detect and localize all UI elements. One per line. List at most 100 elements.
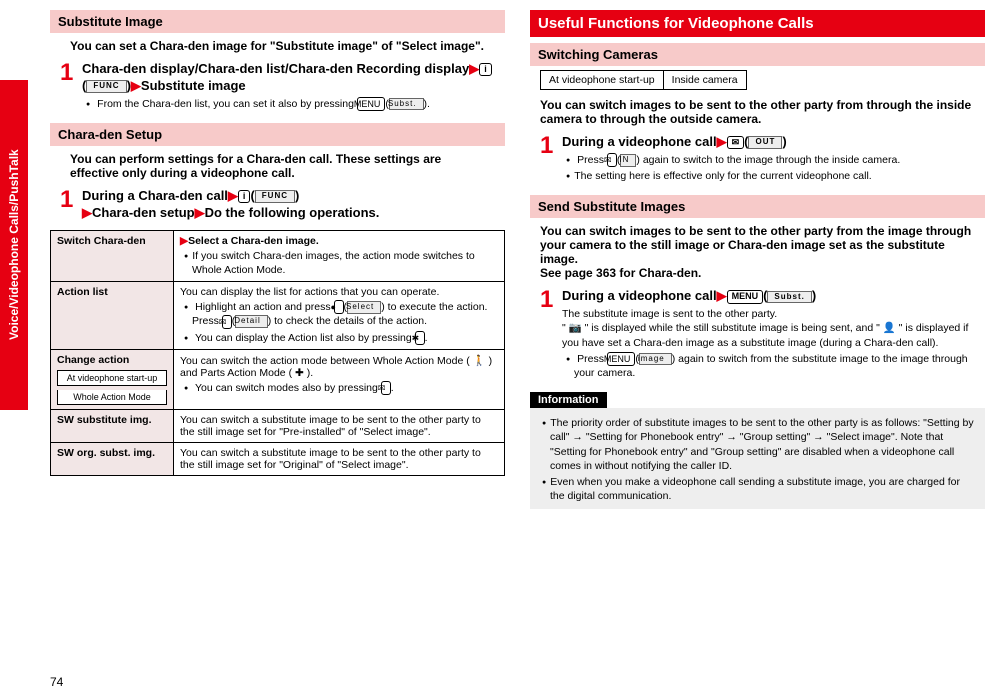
step-text: Chara-den setup — [92, 205, 195, 220]
see-page-ref: See page 363 for Chara-den. — [540, 266, 701, 280]
arrow-icon: ▶ — [469, 61, 479, 76]
row-content: You can switch a substitute image to be … — [174, 443, 505, 476]
out-label-icon: OUT — [748, 136, 782, 148]
charaden-setup-desc: You can perform settings for a Chara-den… — [50, 150, 505, 186]
arrow-icon: ▶ — [82, 205, 92, 220]
charaden-setup-header: Chara-den Setup — [50, 123, 505, 146]
star-key-icon: ✱ — [415, 331, 425, 345]
information-header: Information — [530, 392, 607, 408]
arrow-icon: ▶ — [717, 288, 727, 303]
row-bullet: Highlight an action and press ●(Select) … — [180, 300, 498, 329]
row-label: Change action At videophone start-up Who… — [51, 350, 174, 410]
send-substitute-desc: You can switch images to be sent to the … — [530, 222, 985, 286]
arrow-icon: ▶ — [195, 205, 205, 220]
table-row: Change action At videophone start-up Who… — [51, 350, 505, 410]
information-block: Information The priority order of substi… — [530, 392, 985, 509]
in-label-icon: IN — [620, 154, 636, 167]
step-number-icon: 1 — [540, 288, 558, 380]
step-title: During a videophone call▶MENU(Subst.) — [562, 288, 975, 305]
arrow-icon: ▶ — [717, 134, 727, 149]
table-row: SW substitute img. You can switch a subs… — [51, 410, 505, 443]
useful-functions-header: Useful Functions for Videophone Calls — [530, 10, 985, 37]
table-row: Switch Chara-den ▶Select a Chara-den ima… — [51, 230, 505, 281]
sub-box: Whole Action Mode — [57, 390, 167, 405]
row-bullet: If you switch Chara-den images, the acti… — [180, 249, 498, 277]
arrow-icon: ▶ — [131, 78, 141, 93]
camera-label: At videophone start-up — [541, 71, 664, 90]
send-substitute-header: Send Substitute Images — [530, 195, 985, 218]
step-1-switching: 1 During a videophone call▶✉(OUT) Press … — [530, 132, 985, 185]
step-1-substitute: 1 Chara-den display/Chara-den list/Chara… — [50, 59, 505, 113]
information-body: The priority order of substitute images … — [530, 408, 985, 509]
row-bullet: You can switch modes also by pressing ✉. — [180, 381, 498, 395]
step-title: During a Chara-den call▶i(FUNC) ▶Chara-d… — [82, 188, 495, 222]
ir-key-icon: i — [238, 190, 251, 204]
subst-label-icon: Subst. — [767, 291, 811, 303]
row-text: You can switch the action mode between W… — [180, 355, 492, 379]
table-row: SW org. subst. img. You can switch a sub… — [51, 443, 505, 476]
step-bullet: Press MENU(image) again to switch from t… — [562, 352, 975, 380]
page-content: Substitute Image You can set a Chara-den… — [0, 0, 1005, 697]
switching-cameras-desc: You can switch images to be sent to the … — [530, 96, 985, 132]
step-text: Do the following operations. — [205, 205, 380, 220]
row-content: You can switch a substitute image to be … — [174, 410, 505, 443]
substitute-image-header: Substitute Image — [50, 10, 505, 33]
func-label-icon: FUNC — [86, 80, 126, 92]
camera-default-table: At videophone start-up Inside camera — [540, 70, 747, 90]
substitute-image-desc: You can set a Chara-den image for "Subst… — [50, 37, 505, 59]
step-title: Chara-den display/Chara-den list/Chara-d… — [82, 61, 495, 95]
row-text: You can display the list for actions tha… — [180, 286, 439, 298]
arrow-icon: ▶ — [228, 188, 238, 203]
step-1-send-substitute: 1 During a videophone call▶MENU(Subst.) … — [530, 286, 985, 382]
func-label-icon: FUNC — [255, 190, 295, 202]
right-column: Useful Functions for Videophone Calls Sw… — [530, 10, 985, 687]
step-suffix: Substitute image — [141, 78, 246, 93]
info-bullet: Even when you make a videophone call sen… — [538, 475, 977, 503]
detail-label-icon: Detail — [235, 315, 267, 328]
step-number-icon: 1 — [540, 134, 558, 183]
step-title: During a videophone call▶✉(OUT) — [562, 134, 975, 151]
ir-key-icon: i — [479, 63, 492, 77]
menu-key-icon: MENU — [607, 352, 636, 366]
mail-key-icon: ✉ — [222, 315, 232, 329]
row-content: You can switch the action mode between W… — [174, 350, 505, 410]
step-1-charaden: 1 During a Chara-den call▶i(FUNC) ▶Chara… — [50, 186, 505, 224]
step-bullet: The setting here is effective only for t… — [562, 169, 975, 183]
step-number-icon: 1 — [60, 61, 78, 111]
row-label: Switch Chara-den — [51, 230, 174, 281]
row-content: You can display the list for actions tha… — [174, 282, 505, 350]
camera-value: Inside camera — [663, 71, 746, 90]
row-bullet: You can display the Action list also by … — [180, 331, 498, 345]
step-text: During a Chara-den call — [82, 188, 228, 203]
page-number: 74 — [50, 675, 63, 689]
subst-label-icon: Subst. — [389, 98, 424, 111]
note-text: From the Chara-den list, you can set it … — [82, 97, 495, 111]
left-column: Substitute Image You can set a Chara-den… — [50, 10, 505, 687]
menu-key-icon: MENU — [727, 290, 764, 304]
info-bullet: The priority order of substitute images … — [538, 416, 977, 473]
switching-cameras-header: Switching Cameras — [530, 43, 985, 66]
mail-key-icon: ✉ — [381, 381, 391, 395]
sub-desc: " 📷 " is displayed while the still subst… — [562, 321, 975, 349]
mail-key-icon: ✉ — [607, 153, 617, 167]
center-key-icon: ● — [334, 300, 344, 314]
menu-key-icon: MENU — [357, 97, 386, 111]
step-text: During a videophone call — [562, 134, 717, 149]
sub-box: At videophone start-up — [57, 370, 167, 386]
row-content: ▶Select a Chara-den image. If you switch… — [174, 230, 505, 281]
step-bullet: Press ✉(IN) again to switch to the image… — [562, 153, 975, 167]
sub-desc: The substitute image is sent to the othe… — [562, 307, 975, 321]
step-text: During a videophone call — [562, 288, 717, 303]
select-label-icon: Select — [347, 301, 381, 314]
row-label: SW substitute img. — [51, 410, 174, 443]
image-label-icon: image — [639, 353, 672, 366]
step-text: Chara-den display/Chara-den list/Chara-d… — [82, 61, 469, 76]
row-label: SW org. subst. img. — [51, 443, 174, 476]
table-row: Action list You can display the list for… — [51, 282, 505, 350]
row-label: Action list — [51, 282, 174, 350]
arrow-icon: ▶ — [180, 235, 188, 247]
step-number-icon: 1 — [60, 188, 78, 222]
mail-key-icon: ✉ — [727, 136, 745, 150]
section-tab: Voice/Videophone Calls/PushTalk — [0, 80, 28, 410]
row-text: Select a Chara-den image. — [188, 235, 319, 247]
